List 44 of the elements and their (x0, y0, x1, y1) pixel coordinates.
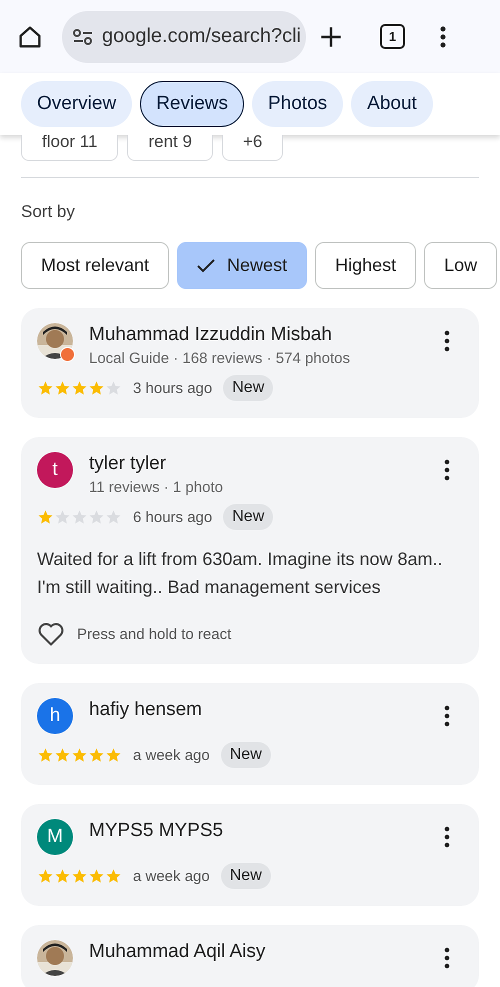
new-badge: New (220, 863, 271, 889)
address-bar[interactable]: google.com/search?cli (62, 10, 306, 62)
review-text: Waited for a lift from 630am. Imagine its now 8am.. I'm still waiting.. Bad management services (37, 548, 444, 599)
tab-count-button[interactable]: 1 (380, 24, 405, 49)
topic-chip[interactable]: +6 (222, 135, 284, 161)
reviewer-name[interactable]: tyler tyler (89, 453, 443, 475)
react-hint: Press and hold to react (77, 626, 232, 642)
sort-label: Sort by (21, 202, 76, 222)
avatar: h (37, 698, 73, 734)
review-time: 3 hours ago (133, 380, 212, 396)
sort-chip[interactable]: Newest (177, 242, 308, 289)
avatar: M (37, 819, 73, 855)
new-badge: New (223, 504, 274, 530)
more-options-icon[interactable] (443, 459, 451, 481)
topic-chip[interactable]: floor 11 (21, 135, 118, 161)
more-options-icon[interactable] (439, 24, 447, 48)
new-badge: New (223, 375, 274, 401)
review-time: a week ago (133, 868, 210, 884)
sort-chip[interactable]: Low (424, 242, 498, 289)
site-settings-icon[interactable] (72, 26, 94, 46)
sort-chip[interactable]: Most relevant (21, 242, 170, 289)
sort-chip[interactable]: Highest (315, 242, 416, 289)
more-options-icon[interactable] (443, 947, 451, 969)
reviewer-info: Local Guide · 168 reviews · 574 photos (89, 350, 351, 367)
reviewer-info: 11 reviews · 1 photo (89, 479, 224, 496)
tab[interactable]: About (351, 81, 433, 127)
url-text: google.com/search?cli (102, 25, 301, 48)
avatar: t (37, 452, 73, 488)
more-options-icon[interactable] (443, 705, 451, 727)
new-badge: New (220, 742, 271, 768)
review-time: a week ago (133, 746, 210, 764)
tab[interactable]: Reviews (140, 81, 244, 127)
reviewer-name[interactable]: MYPS5 MYPS5 (89, 820, 443, 842)
more-options-icon[interactable] (443, 826, 451, 848)
heart-icon[interactable] (37, 621, 65, 647)
review-time: 6 hours ago (133, 508, 212, 526)
topic-chip[interactable]: rent 9 (127, 135, 213, 161)
reviewer-name[interactable]: Muhammad Izzuddin Misbah (89, 324, 443, 346)
reviewer-name[interactable]: hafiy hensem (89, 699, 443, 721)
tab[interactable]: Overview (21, 81, 132, 127)
tab[interactable]: Photos (252, 81, 344, 127)
reviewer-name[interactable]: Muhammad Aqil Aisy (89, 941, 443, 963)
check-icon (197, 258, 216, 272)
more-options-icon[interactable] (443, 330, 451, 352)
